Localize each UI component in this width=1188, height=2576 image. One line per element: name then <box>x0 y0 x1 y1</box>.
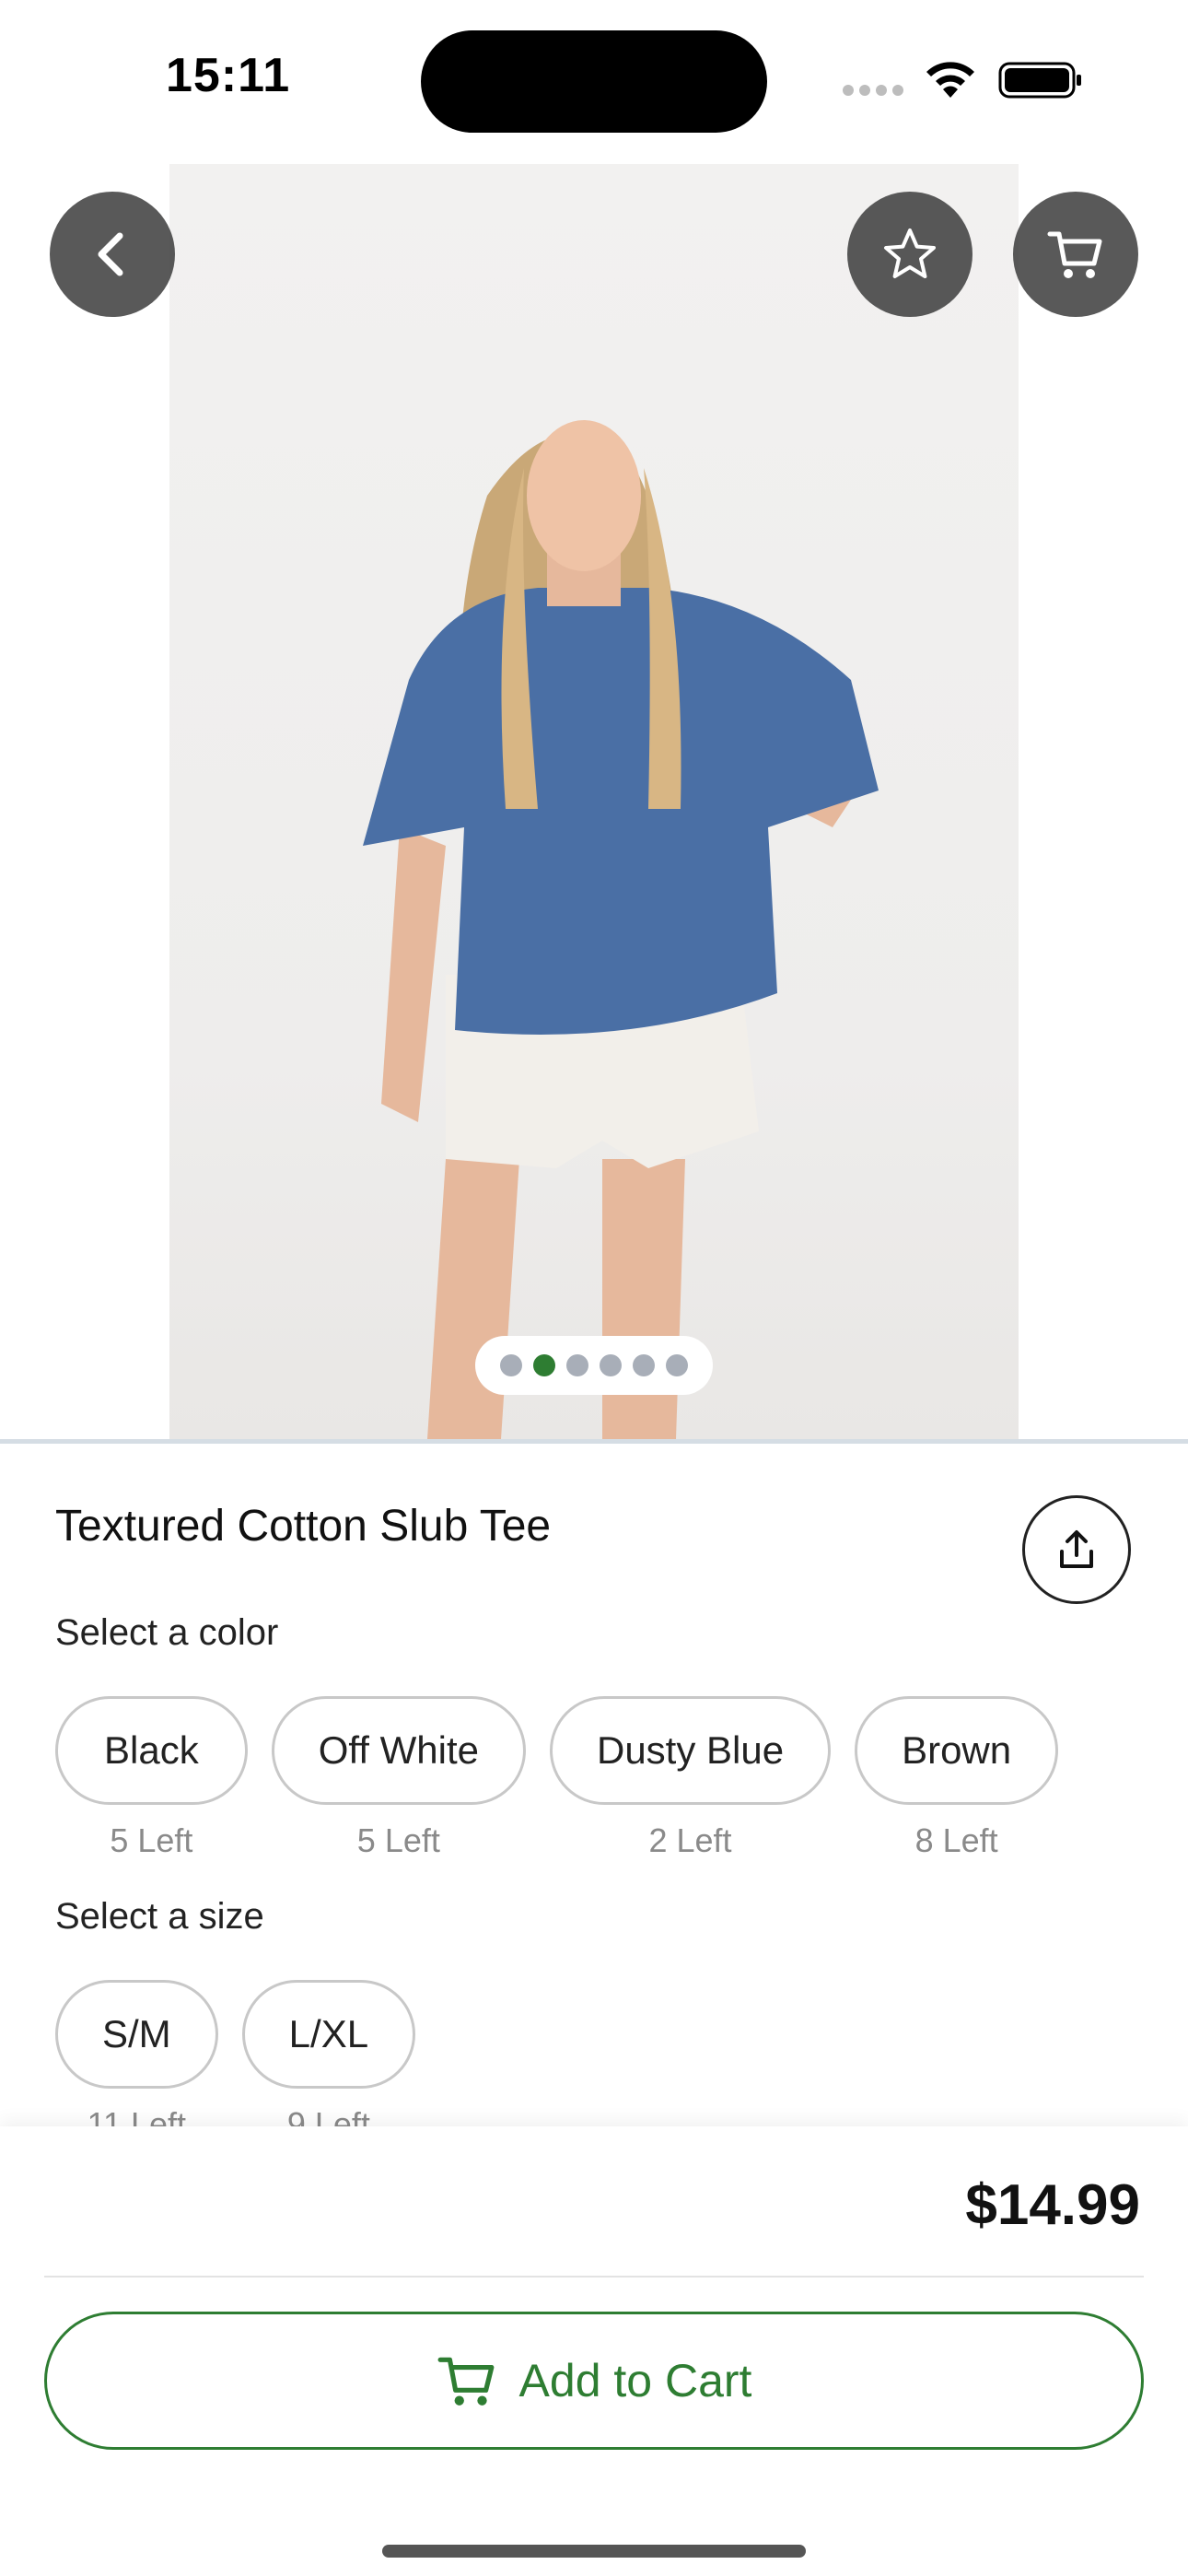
favorite-button[interactable] <box>847 192 973 317</box>
stock-count: 5 Left <box>356 1821 440 1859</box>
carousel-dot-active[interactable] <box>533 1354 555 1376</box>
color-option: Brown 8 Left <box>855 1696 1059 1860</box>
color-chip-off-white[interactable]: Off White <box>271 1696 526 1805</box>
cart-icon <box>1047 231 1102 278</box>
color-option: Off White 5 Left <box>271 1696 526 1860</box>
cellular-signal-icon <box>843 85 903 96</box>
cart-icon <box>437 2357 494 2406</box>
add-to-cart-button[interactable]: Add to Cart <box>44 2312 1144 2450</box>
back-button[interactable] <box>50 192 175 317</box>
color-chip-brown[interactable]: Brown <box>855 1696 1059 1805</box>
stock-count: 5 Left <box>110 1821 193 1859</box>
wifi-icon <box>926 62 974 98</box>
stock-count: 8 Left <box>914 1821 998 1859</box>
color-option: Dusty Blue 2 Left <box>549 1696 832 1860</box>
star-outline-icon <box>884 228 936 278</box>
size-chip-l-xl[interactable]: L/XL <box>241 1980 416 2089</box>
product-details: Textured Cotton Slub Tee Select a color … <box>0 1444 1188 2143</box>
share-button[interactable] <box>1022 1495 1131 1604</box>
dynamic-island <box>421 30 767 133</box>
add-to-cart-label: Add to Cart <box>518 2355 752 2406</box>
size-option: S/M 11 Left <box>55 1980 218 2144</box>
size-options: S/M 11 Left L/XL 9 Left <box>55 1980 416 2144</box>
size-chip-s-m[interactable]: S/M <box>55 1980 218 2089</box>
size-option: L/XL 9 Left <box>241 1980 416 2144</box>
product-image-carousel[interactable] <box>0 157 1188 1439</box>
color-chip-dusty-blue[interactable]: Dusty Blue <box>549 1696 832 1805</box>
share-upload-icon <box>1060 1530 1093 1568</box>
color-option: Black 5 Left <box>55 1696 248 1860</box>
color-section-label: Select a color <box>55 1612 279 1653</box>
carousel-dot[interactable] <box>600 1354 622 1376</box>
size-section-label: Select a size <box>55 1896 264 1937</box>
product-price: $14.99 <box>965 2173 1140 2237</box>
battery-icon <box>998 62 1081 99</box>
stock-count: 2 Left <box>648 1821 732 1859</box>
home-indicator[interactable] <box>382 2545 806 2558</box>
color-chip-black[interactable]: Black <box>55 1696 248 1805</box>
status-bar: 15:11 <box>0 0 1188 157</box>
product-photo <box>169 164 1019 1439</box>
carousel-page-indicator[interactable] <box>475 1336 713 1395</box>
status-time: 15:11 <box>166 49 291 102</box>
carousel-dot[interactable] <box>566 1354 588 1376</box>
cart-button[interactable] <box>1013 192 1138 317</box>
carousel-dot[interactable] <box>666 1354 688 1376</box>
color-options: Black 5 Left Off White 5 Left Dusty Blue… <box>55 1696 1059 1860</box>
chevron-left-icon <box>98 232 123 276</box>
divider <box>44 2276 1144 2277</box>
carousel-dot[interactable] <box>633 1354 655 1376</box>
carousel-dot[interactable] <box>500 1354 522 1376</box>
purchase-bar: $14.99 Add to Cart <box>0 2126 1188 2576</box>
product-title: Textured Cotton Slub Tee <box>55 1502 552 1551</box>
